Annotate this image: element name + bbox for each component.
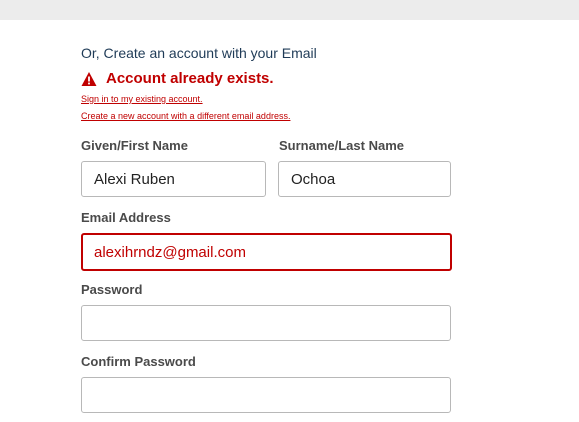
confirm-password-input[interactable] [81,377,451,413]
alert-title: Account already exists. [106,70,274,87]
first-name-label: Given/First Name [81,138,188,153]
account-exists-alert: Account already exists. [81,70,274,87]
email-input[interactable] [81,233,452,271]
confirm-password-label: Confirm Password [81,354,196,369]
password-input[interactable] [81,305,451,341]
password-label: Password [81,282,143,297]
create-account-intro: Or, Create an account with your Email [81,45,317,61]
last-name-input[interactable] [278,161,451,197]
first-name-input[interactable] [81,161,266,197]
last-name-label: Surname/Last Name [279,138,404,153]
warning-triangle-icon [81,71,97,86]
top-band [0,0,579,20]
sign-in-existing-link[interactable]: Sign in to my existing account. [81,94,203,104]
email-label: Email Address [81,210,171,225]
create-different-email-link[interactable]: Create a new account with a different em… [81,111,290,121]
